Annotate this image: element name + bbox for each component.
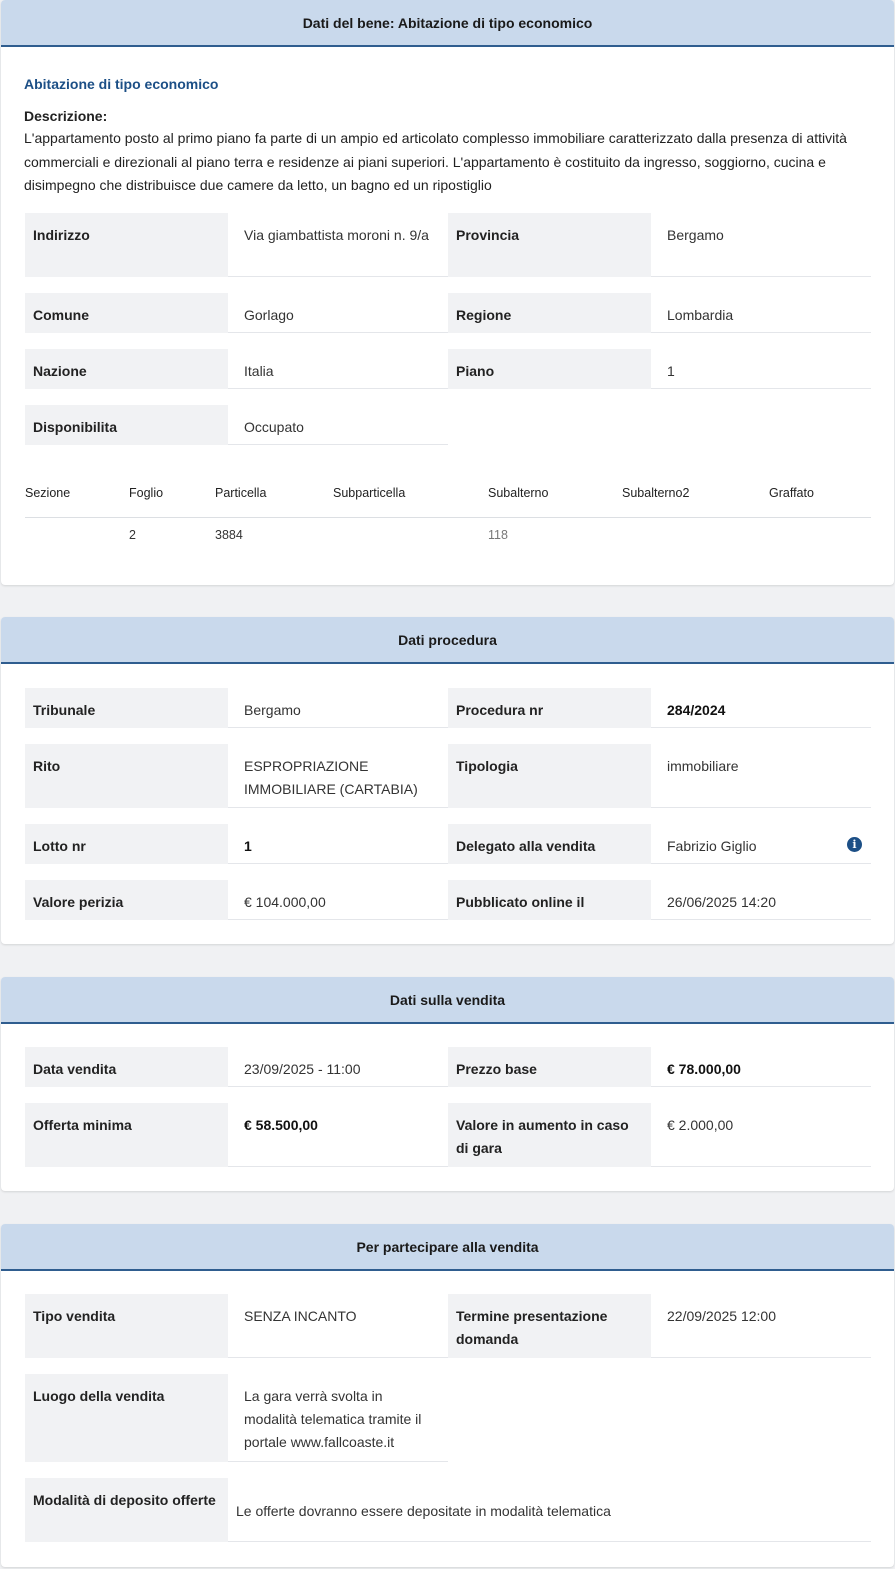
field-value-tribunale: Bergamo (228, 688, 448, 728)
field-value-comune: Gorlago (228, 293, 448, 333)
catasto-header-graffato: Graffato (769, 486, 814, 500)
field-value-disponibilita: Occupato (228, 405, 448, 445)
catasto-cell-particella: 3884 (215, 528, 243, 542)
catasto-cell-subalterno: 118 (488, 528, 508, 542)
card-partecipare: Per partecipare alla vendita Tipo vendit… (1, 1224, 894, 1567)
field-label-indirizzo: Indirizzo (25, 213, 228, 277)
field-label-tipologia: Tipologia (448, 744, 651, 808)
field-label-perizia: Valore perizia (25, 880, 228, 920)
catasto-header-sezione: Sezione (25, 486, 71, 500)
field-value-deposito: Le offerte dovranno essere depositate in… (228, 1478, 871, 1542)
info-icon[interactable]: i (847, 837, 862, 852)
card-dati-procedura: Dati procedura Tribunale Bergamo Procedu… (1, 617, 894, 944)
field-value-procedura: 284/2024 (651, 688, 871, 728)
field-label-nazione: Nazione (25, 349, 228, 389)
description-text: L'appartamento posto al primo piano fa p… (24, 130, 847, 193)
field-value-tipologia: immobiliare (651, 744, 871, 808)
field-value-termine: 22/09/2025 12:00 (651, 1294, 871, 1358)
field-value-regione: Lombardia (651, 293, 871, 333)
catasto-header-subalterno2: Subalterno2 (622, 486, 690, 500)
field-value-perizia: € 104.000,00 (228, 880, 448, 920)
field-value-delegato: Fabrizio Giglio (651, 824, 871, 864)
bene-subtitle: Abitazione di tipo economico (24, 76, 219, 92)
field-label-lotto: Lotto nr (25, 824, 228, 864)
field-label-offerta-minima: Offerta minima (25, 1103, 228, 1167)
field-value-lotto: 1 (228, 824, 448, 864)
card-dati-vendita: Dati sulla vendita Data vendita 23/09/20… (1, 977, 894, 1191)
field-label-tipo-vendita: Tipo vendita (25, 1294, 228, 1358)
field-value-tipo-vendita: SENZA INCANTO (228, 1294, 448, 1358)
field-label-regione: Regione (448, 293, 651, 333)
field-label-provincia: Provincia (448, 213, 651, 277)
description-label: Descrizione: (24, 108, 108, 124)
field-label-deposito: Modalità di deposito offerte (25, 1478, 228, 1542)
field-value-pubblicato: 26/06/2025 14:20 (651, 880, 871, 920)
field-label-delegato: Delegato alla vendita (448, 824, 651, 864)
field-value-piano: 1 (651, 349, 871, 389)
field-label-termine: Termine presentazione domanda (448, 1294, 651, 1358)
card-header-partecipare: Per partecipare alla vendita (1, 1224, 894, 1271)
field-label-aumento: Valore in aumento in caso di gara (448, 1103, 651, 1167)
card-dati-bene: Dati del bene: Abitazione di tipo econom… (1, 0, 894, 585)
field-value-provincia: Bergamo (651, 213, 871, 277)
card-header-dati-procedura: Dati procedura (1, 617, 894, 664)
catasto-header-foglio: Foglio (129, 486, 164, 500)
card-header-dati-vendita: Dati sulla vendita (1, 977, 894, 1024)
field-value-luogo: La gara verrà svolta in modalità telemat… (228, 1374, 448, 1462)
field-label-piano: Piano (448, 349, 651, 389)
field-value-prezzo-base: € 78.000,00 (651, 1047, 871, 1087)
field-value-nazione: Italia (228, 349, 448, 389)
field-value-indirizzo: Via giambattista moroni n. 9/a (228, 213, 448, 277)
catasto-cell-foglio: 2 (129, 528, 136, 542)
field-value-offerta-minima: € 58.500,00 (228, 1103, 448, 1167)
catasto-header-subalterno: Subalterno (488, 486, 549, 500)
card-header-dati-bene: Dati del bene: Abitazione di tipo econom… (1, 0, 894, 47)
field-label-rito: Rito (25, 744, 228, 808)
field-value-data-vendita: 23/09/2025 - 11:00 (228, 1047, 448, 1087)
field-label-procedura: Procedura nr (448, 688, 651, 728)
field-value-aumento: € 2.000,00 (651, 1103, 871, 1167)
field-label-disponibilita: Disponibilita (25, 405, 228, 445)
catasto-header-particella: Particella (215, 486, 267, 500)
field-label-pubblicato: Pubblicato online il (448, 880, 651, 920)
field-label-tribunale: Tribunale (25, 688, 228, 728)
catasto-divider (25, 517, 871, 518)
field-label-prezzo-base: Prezzo base (448, 1047, 651, 1087)
catasto-header-subparticella: Subparticella (333, 486, 406, 500)
field-label-comune: Comune (25, 293, 228, 333)
field-label-luogo: Luogo della vendita (25, 1374, 228, 1462)
field-label-data-vendita: Data vendita (25, 1047, 228, 1087)
field-value-rito: ESPROPRIAZIONE IMMOBILIARE (CARTABIA) (228, 744, 448, 808)
